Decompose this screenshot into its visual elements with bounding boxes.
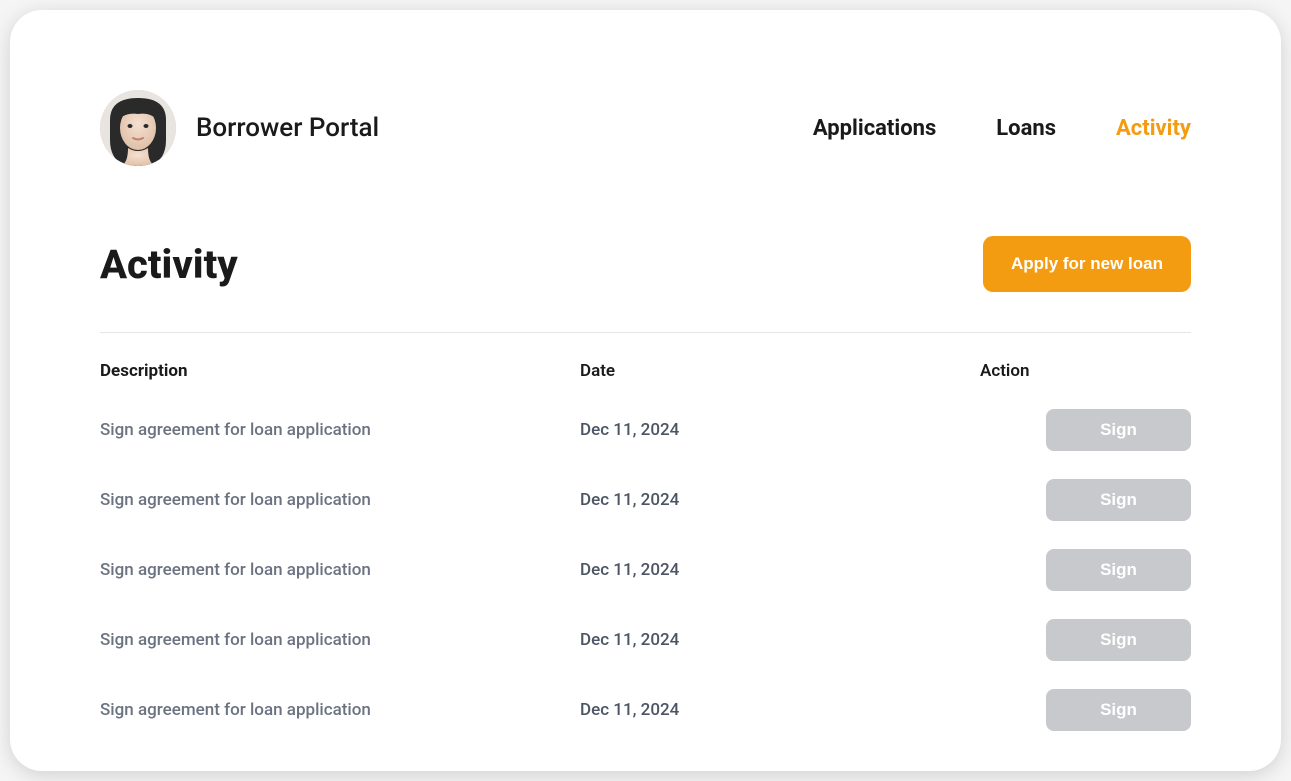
sign-button[interactable]: Sign	[1046, 549, 1191, 591]
header: Borrower Portal Applications Loans Activ…	[100, 90, 1191, 166]
portal-title: Borrower Portal	[196, 113, 379, 143]
row-action: Sign	[980, 479, 1191, 521]
table-row: Sign agreement for loan application Dec …	[100, 409, 1191, 451]
nav-loans[interactable]: Loans	[996, 116, 1056, 141]
row-description: Sign agreement for loan application	[100, 700, 580, 720]
row-date: Dec 11, 2024	[580, 700, 980, 720]
row-description: Sign agreement for loan application	[100, 630, 580, 650]
row-action: Sign	[980, 409, 1191, 451]
apply-for-new-loan-button[interactable]: Apply for new loan	[983, 236, 1191, 292]
row-description: Sign agreement for loan application	[100, 420, 580, 440]
table-row: Sign agreement for loan application Dec …	[100, 549, 1191, 591]
sign-button[interactable]: Sign	[1046, 689, 1191, 731]
row-date: Dec 11, 2024	[580, 560, 980, 580]
page-header: Activity Apply for new loan	[100, 236, 1191, 292]
sign-button[interactable]: Sign	[1046, 479, 1191, 521]
table-header: Description Date Action	[100, 361, 1191, 381]
row-date: Dec 11, 2024	[580, 420, 980, 440]
row-action: Sign	[980, 619, 1191, 661]
row-action: Sign	[980, 549, 1191, 591]
column-header-description: Description	[100, 361, 580, 381]
table-row: Sign agreement for loan application Dec …	[100, 689, 1191, 731]
nav-activity[interactable]: Activity	[1116, 116, 1191, 141]
row-date: Dec 11, 2024	[580, 630, 980, 650]
sign-button[interactable]: Sign	[1046, 619, 1191, 661]
column-header-action: Action	[980, 361, 1191, 381]
divider	[100, 332, 1191, 333]
row-description: Sign agreement for loan application	[100, 490, 580, 510]
activity-table: Description Date Action Sign agreement f…	[100, 361, 1191, 731]
avatar[interactable]	[100, 90, 176, 166]
nav-applications[interactable]: Applications	[813, 116, 936, 141]
main-nav: Applications Loans Activity	[813, 116, 1191, 141]
row-action: Sign	[980, 689, 1191, 731]
row-date: Dec 11, 2024	[580, 490, 980, 510]
table-row: Sign agreement for loan application Dec …	[100, 479, 1191, 521]
row-description: Sign agreement for loan application	[100, 560, 580, 580]
table-row: Sign agreement for loan application Dec …	[100, 619, 1191, 661]
sign-button[interactable]: Sign	[1046, 409, 1191, 451]
avatar-icon	[100, 90, 176, 166]
column-header-date: Date	[580, 361, 980, 381]
page-title: Activity	[100, 241, 238, 288]
header-left: Borrower Portal	[100, 90, 379, 166]
portal-card: Borrower Portal Applications Loans Activ…	[10, 10, 1281, 771]
